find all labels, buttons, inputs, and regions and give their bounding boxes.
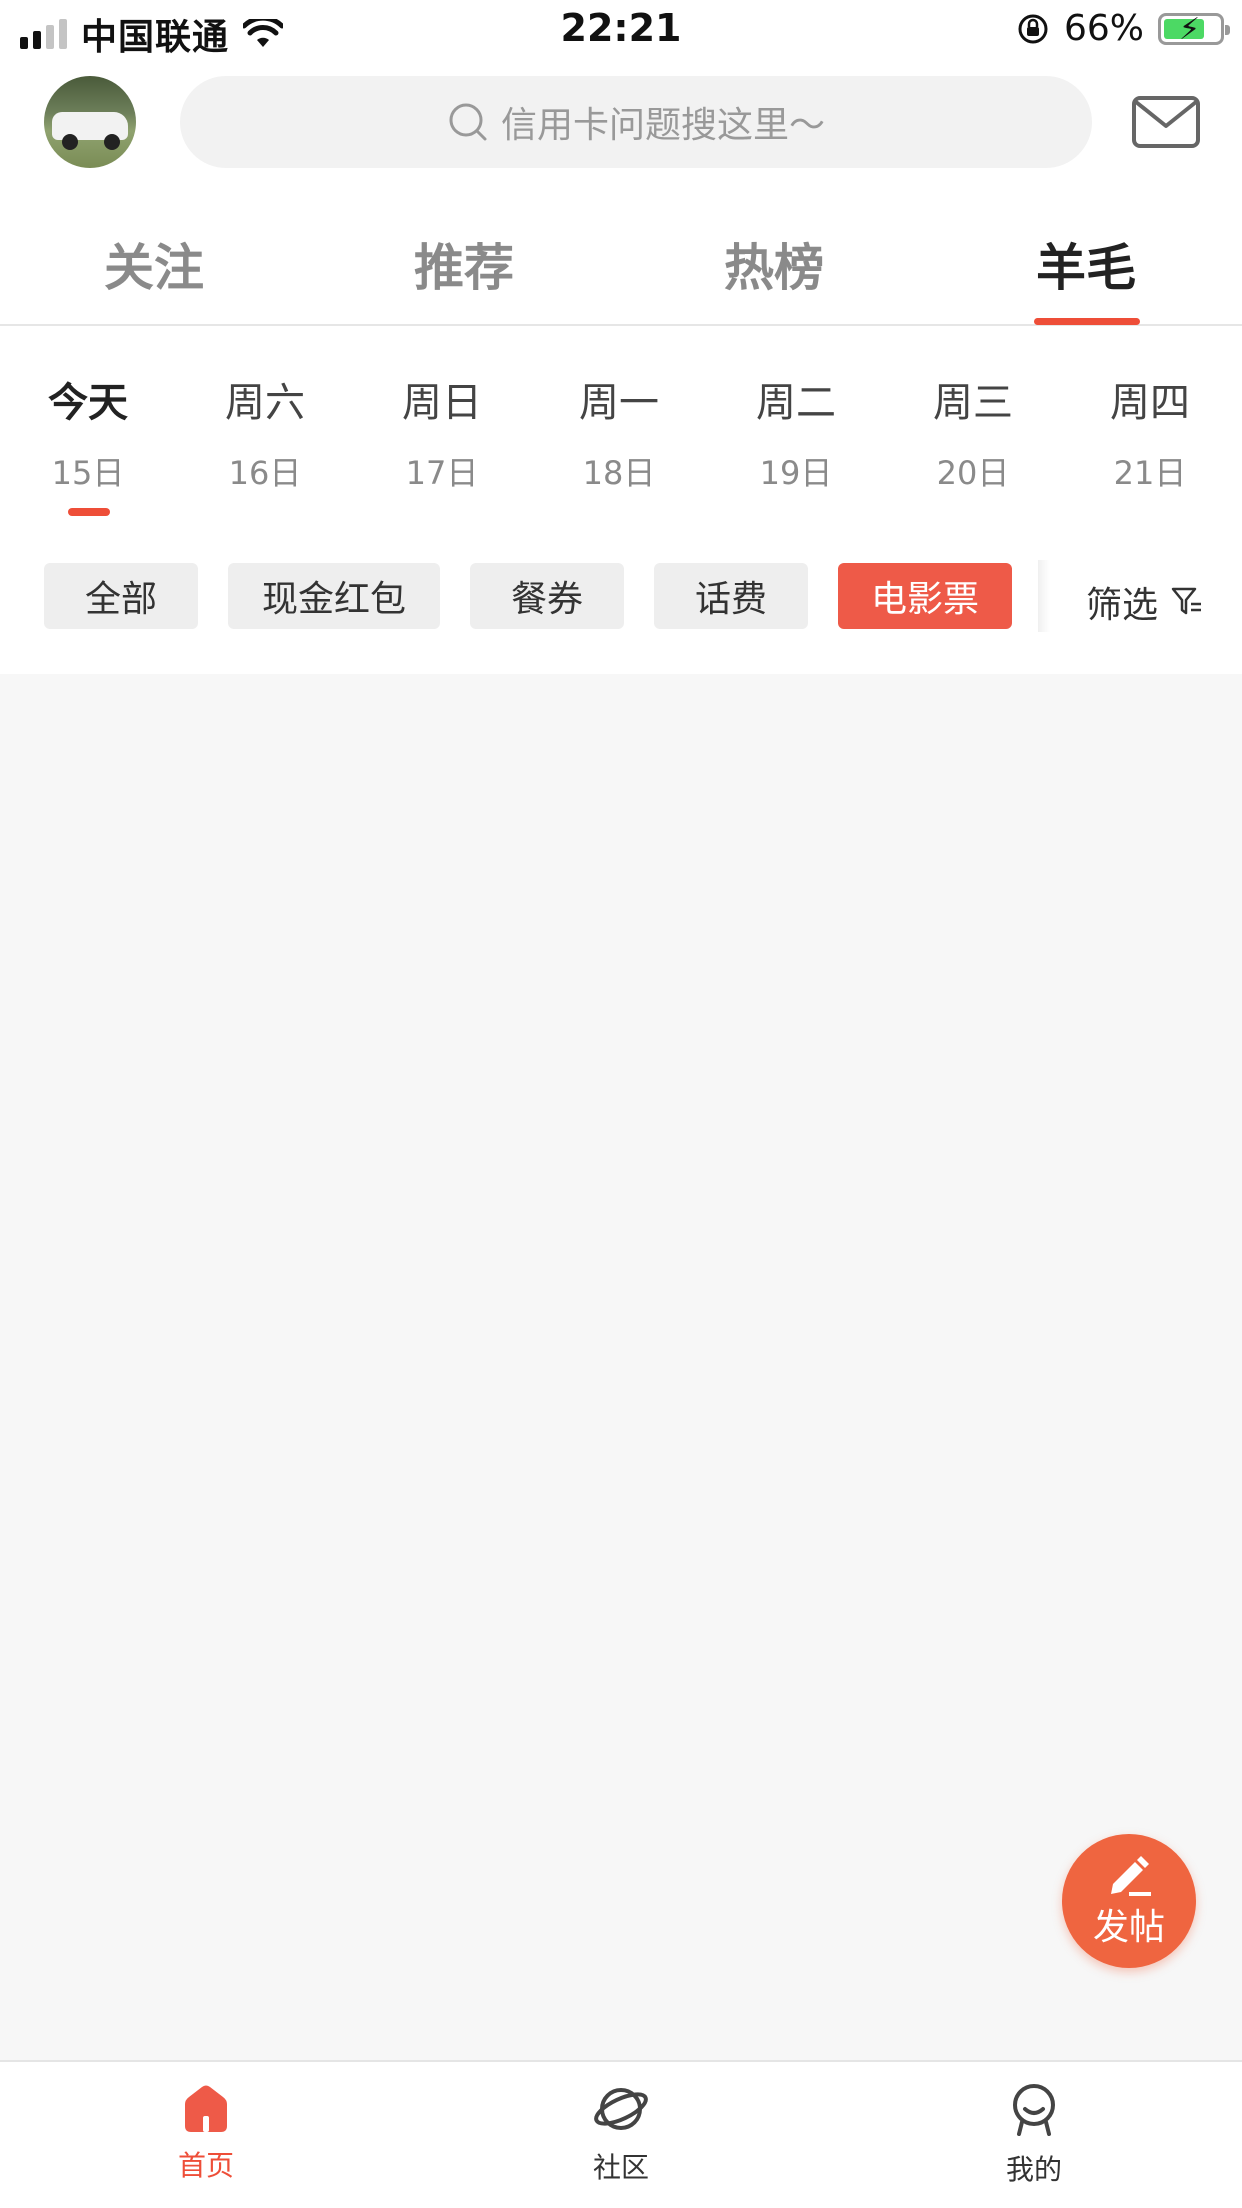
bottom-nav: 首页 社区 我的 bbox=[0, 2060, 1242, 2208]
signal-icon bbox=[20, 19, 67, 49]
tab-follow[interactable]: 关注 bbox=[74, 228, 234, 300]
nav-item-profile[interactable]: 我的 bbox=[934, 2082, 1134, 2188]
nav-label: 首页 bbox=[177, 2149, 234, 2182]
battery-percent: 66% bbox=[1063, 8, 1144, 49]
tab-active-indicator bbox=[1034, 318, 1140, 325]
day-selector: 今天 15日 周六 16日 周日 17日 周一 18日 周二 19日 周三 20… bbox=[0, 326, 1242, 536]
category-filter-bar: 全部 现金红包 餐券 话费 电影票 筛选 bbox=[0, 536, 1242, 674]
wifi-icon bbox=[243, 19, 284, 47]
day-name: 周二 bbox=[756, 380, 836, 426]
day-date: 15日 bbox=[51, 454, 125, 492]
category-chip-all[interactable]: 全部 bbox=[44, 563, 198, 629]
day-item-saturday[interactable]: 周六 16日 bbox=[205, 370, 325, 494]
day-name: 周四 bbox=[1110, 380, 1190, 426]
pencil-icon bbox=[1111, 1856, 1151, 1896]
day-date: 21日 bbox=[1113, 454, 1187, 492]
day-item-tuesday[interactable]: 周二 19日 bbox=[736, 370, 856, 494]
day-name: 周一 bbox=[579, 380, 659, 426]
header: 信用卡问题搜这里～ bbox=[0, 64, 1242, 184]
deal-list-area bbox=[0, 674, 1242, 2060]
tab-recommend[interactable]: 推荐 bbox=[384, 228, 544, 300]
profile-icon bbox=[1013, 2084, 1055, 2136]
day-item-today[interactable]: 今天 15日 bbox=[28, 370, 148, 494]
nav-label: 社区 bbox=[592, 2151, 649, 2184]
day-active-indicator bbox=[68, 508, 110, 516]
day-date: 20日 bbox=[936, 454, 1010, 492]
home-icon bbox=[185, 2085, 227, 2132]
day-date: 19日 bbox=[759, 454, 833, 492]
search-icon bbox=[449, 103, 487, 141]
day-item-thursday[interactable]: 周四 21日 bbox=[1090, 370, 1210, 494]
day-date: 17日 bbox=[405, 454, 479, 492]
battery-icon: ⚡ bbox=[1158, 12, 1230, 47]
tab-deals[interactable]: 羊毛 bbox=[1006, 228, 1166, 300]
post-button[interactable]: 发帖 bbox=[1062, 1834, 1196, 1968]
day-date: 18日 bbox=[582, 454, 656, 492]
day-name: 周三 bbox=[933, 380, 1013, 426]
day-item-monday[interactable]: 周一 18日 bbox=[559, 370, 679, 494]
page: 中国联通 22:21 66% ⚡ 信用卡问题搜这里～ 关注 推荐 热榜 羊毛 今… bbox=[0, 0, 1242, 2208]
category-chip-movie-ticket[interactable]: 电影票 bbox=[838, 563, 1012, 629]
day-item-sunday[interactable]: 周日 17日 bbox=[382, 370, 502, 494]
carrier-name: 中国联通 bbox=[81, 17, 230, 58]
nav-item-home[interactable]: 首页 bbox=[106, 2082, 306, 2184]
day-name: 今天 bbox=[48, 380, 128, 426]
nav-label: 我的 bbox=[1005, 2153, 1062, 2186]
search-bar[interactable]: 信用卡问题搜这里～ bbox=[180, 76, 1092, 168]
mail-icon[interactable] bbox=[1132, 96, 1200, 148]
filter-icon bbox=[1171, 587, 1202, 615]
filter-button[interactable]: 筛选 bbox=[1086, 576, 1204, 628]
status-bar: 中国联通 22:21 66% ⚡ bbox=[0, 0, 1242, 64]
day-date: 16日 bbox=[228, 454, 302, 492]
category-chip-phone-credit[interactable]: 话费 bbox=[654, 563, 808, 629]
orientation-lock-icon bbox=[1018, 14, 1048, 43]
day-item-wednesday[interactable]: 周三 20日 bbox=[913, 370, 1033, 494]
search-placeholder: 信用卡问题搜这里～ bbox=[500, 105, 825, 146]
nav-item-community[interactable]: 社区 bbox=[521, 2082, 721, 2186]
chip-scroll-shadow bbox=[1038, 560, 1050, 632]
filter-label: 筛选 bbox=[1086, 585, 1159, 626]
planet-icon bbox=[594, 2088, 648, 2130]
category-chip-cash-red-packet[interactable]: 现金红包 bbox=[228, 563, 440, 629]
avatar[interactable] bbox=[44, 76, 136, 168]
tab-hot-list[interactable]: 热榜 bbox=[694, 228, 854, 300]
top-tabs: 关注 推荐 热榜 羊毛 bbox=[0, 184, 1242, 326]
day-name: 周六 bbox=[225, 380, 305, 426]
post-button-label: 发帖 bbox=[1092, 1907, 1165, 1948]
day-name: 周日 bbox=[402, 380, 482, 426]
category-chip-meal-voucher[interactable]: 餐券 bbox=[470, 563, 624, 629]
